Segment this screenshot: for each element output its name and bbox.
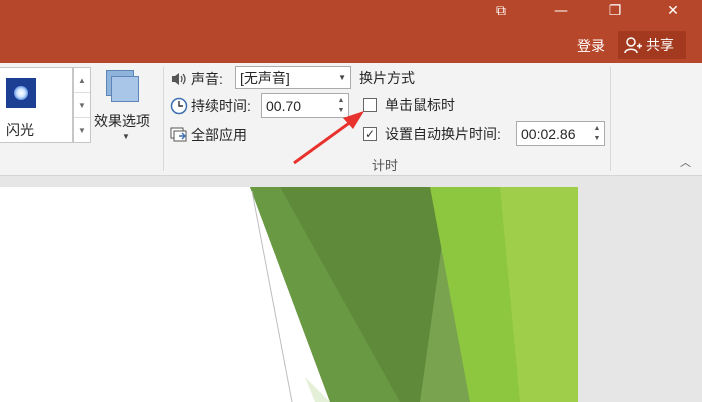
auto-advance-time-value: 00:02.86: [521, 125, 576, 142]
slide-canvas[interactable]: [0, 187, 578, 402]
transition-gallery[interactable]: 闪光: [0, 67, 73, 143]
slide-workspace: [0, 176, 702, 402]
gallery-item-label: 闪光: [6, 122, 34, 138]
more-icon[interactable]: ▼: [74, 118, 90, 143]
chevron-down-icon: ▼: [122, 132, 130, 141]
group-label-timing: 计时: [372, 158, 399, 173]
advance-title-text: 换片方式: [359, 70, 415, 86]
ribbon-divider: [610, 67, 611, 171]
share-label: 共享: [646, 37, 674, 53]
minimize-button[interactable]: —: [538, 0, 584, 22]
apply-all-button[interactable]: 全部应用: [170, 124, 247, 146]
duration-value: 00.70: [266, 97, 302, 114]
ribbon: 闪光 ▲ ▼ ▼ 效果选项 ▼ 声音: [无声音] ▼ 持续时间: 00.70 …: [0, 63, 702, 176]
gallery-scrollbar[interactable]: ▲ ▼ ▼: [73, 67, 91, 143]
scroll-up-icon[interactable]: ▲: [74, 68, 90, 93]
scroll-down-icon[interactable]: ▼: [74, 93, 90, 118]
apply-all-icon: [170, 126, 188, 144]
ribbon-divider: [163, 67, 164, 171]
collapse-ribbon-icon[interactable]: ︿: [680, 154, 691, 170]
ribbon-display-options-icon[interactable]: ⧉: [478, 0, 524, 22]
advance-title: 换片方式: [359, 68, 415, 88]
login-link[interactable]: 登录: [577, 36, 605, 56]
auto-advance-time-input[interactable]: 00:02.86 ▲ ▼: [516, 121, 605, 146]
restore-button[interactable]: ❐: [592, 0, 638, 22]
slide-background-graphic: [0, 187, 578, 402]
chevron-down-icon: ▼: [338, 73, 346, 82]
duration-input[interactable]: 00.70 ▲ ▼: [261, 93, 349, 118]
sound-value: [无声音]: [240, 69, 290, 86]
auto-advance-label: 设置自动换片时间:: [385, 126, 501, 142]
on-click-checkbox[interactable]: 单击鼠标时: [363, 95, 455, 115]
effect-options-label: 效果选项: [94, 113, 150, 129]
checkbox-empty-icon[interactable]: [363, 98, 377, 112]
duration-row: 持续时间:: [170, 95, 251, 117]
apply-all-label: 全部应用: [191, 127, 247, 143]
checkmark-icon[interactable]: ✓: [363, 127, 377, 141]
title-bar: ⧉ — ❐ ✕ 登录 共享: [0, 0, 702, 63]
flash-transition-icon[interactable]: [6, 78, 36, 108]
close-button[interactable]: ✕: [650, 0, 696, 22]
auto-advance-checkbox[interactable]: ✓ 设置自动换片时间:: [363, 124, 501, 144]
spinner-arrows[interactable]: ▲ ▼: [336, 96, 346, 116]
speaker-icon: [170, 70, 188, 88]
sound-label: 声音:: [191, 71, 223, 87]
person-add-icon: [624, 37, 642, 54]
spinner-arrows[interactable]: ▲ ▼: [592, 124, 602, 144]
sound-select[interactable]: [无声音] ▼: [235, 66, 351, 89]
effect-options-icon: [106, 70, 140, 104]
on-click-label: 单击鼠标时: [385, 97, 455, 113]
effect-options-button[interactable]: 效果选项 ▼: [93, 68, 159, 148]
clock-icon: [170, 97, 188, 115]
duration-label: 持续时间:: [191, 98, 251, 114]
sound-row: 声音:: [170, 68, 223, 90]
share-button[interactable]: 共享: [618, 31, 686, 59]
